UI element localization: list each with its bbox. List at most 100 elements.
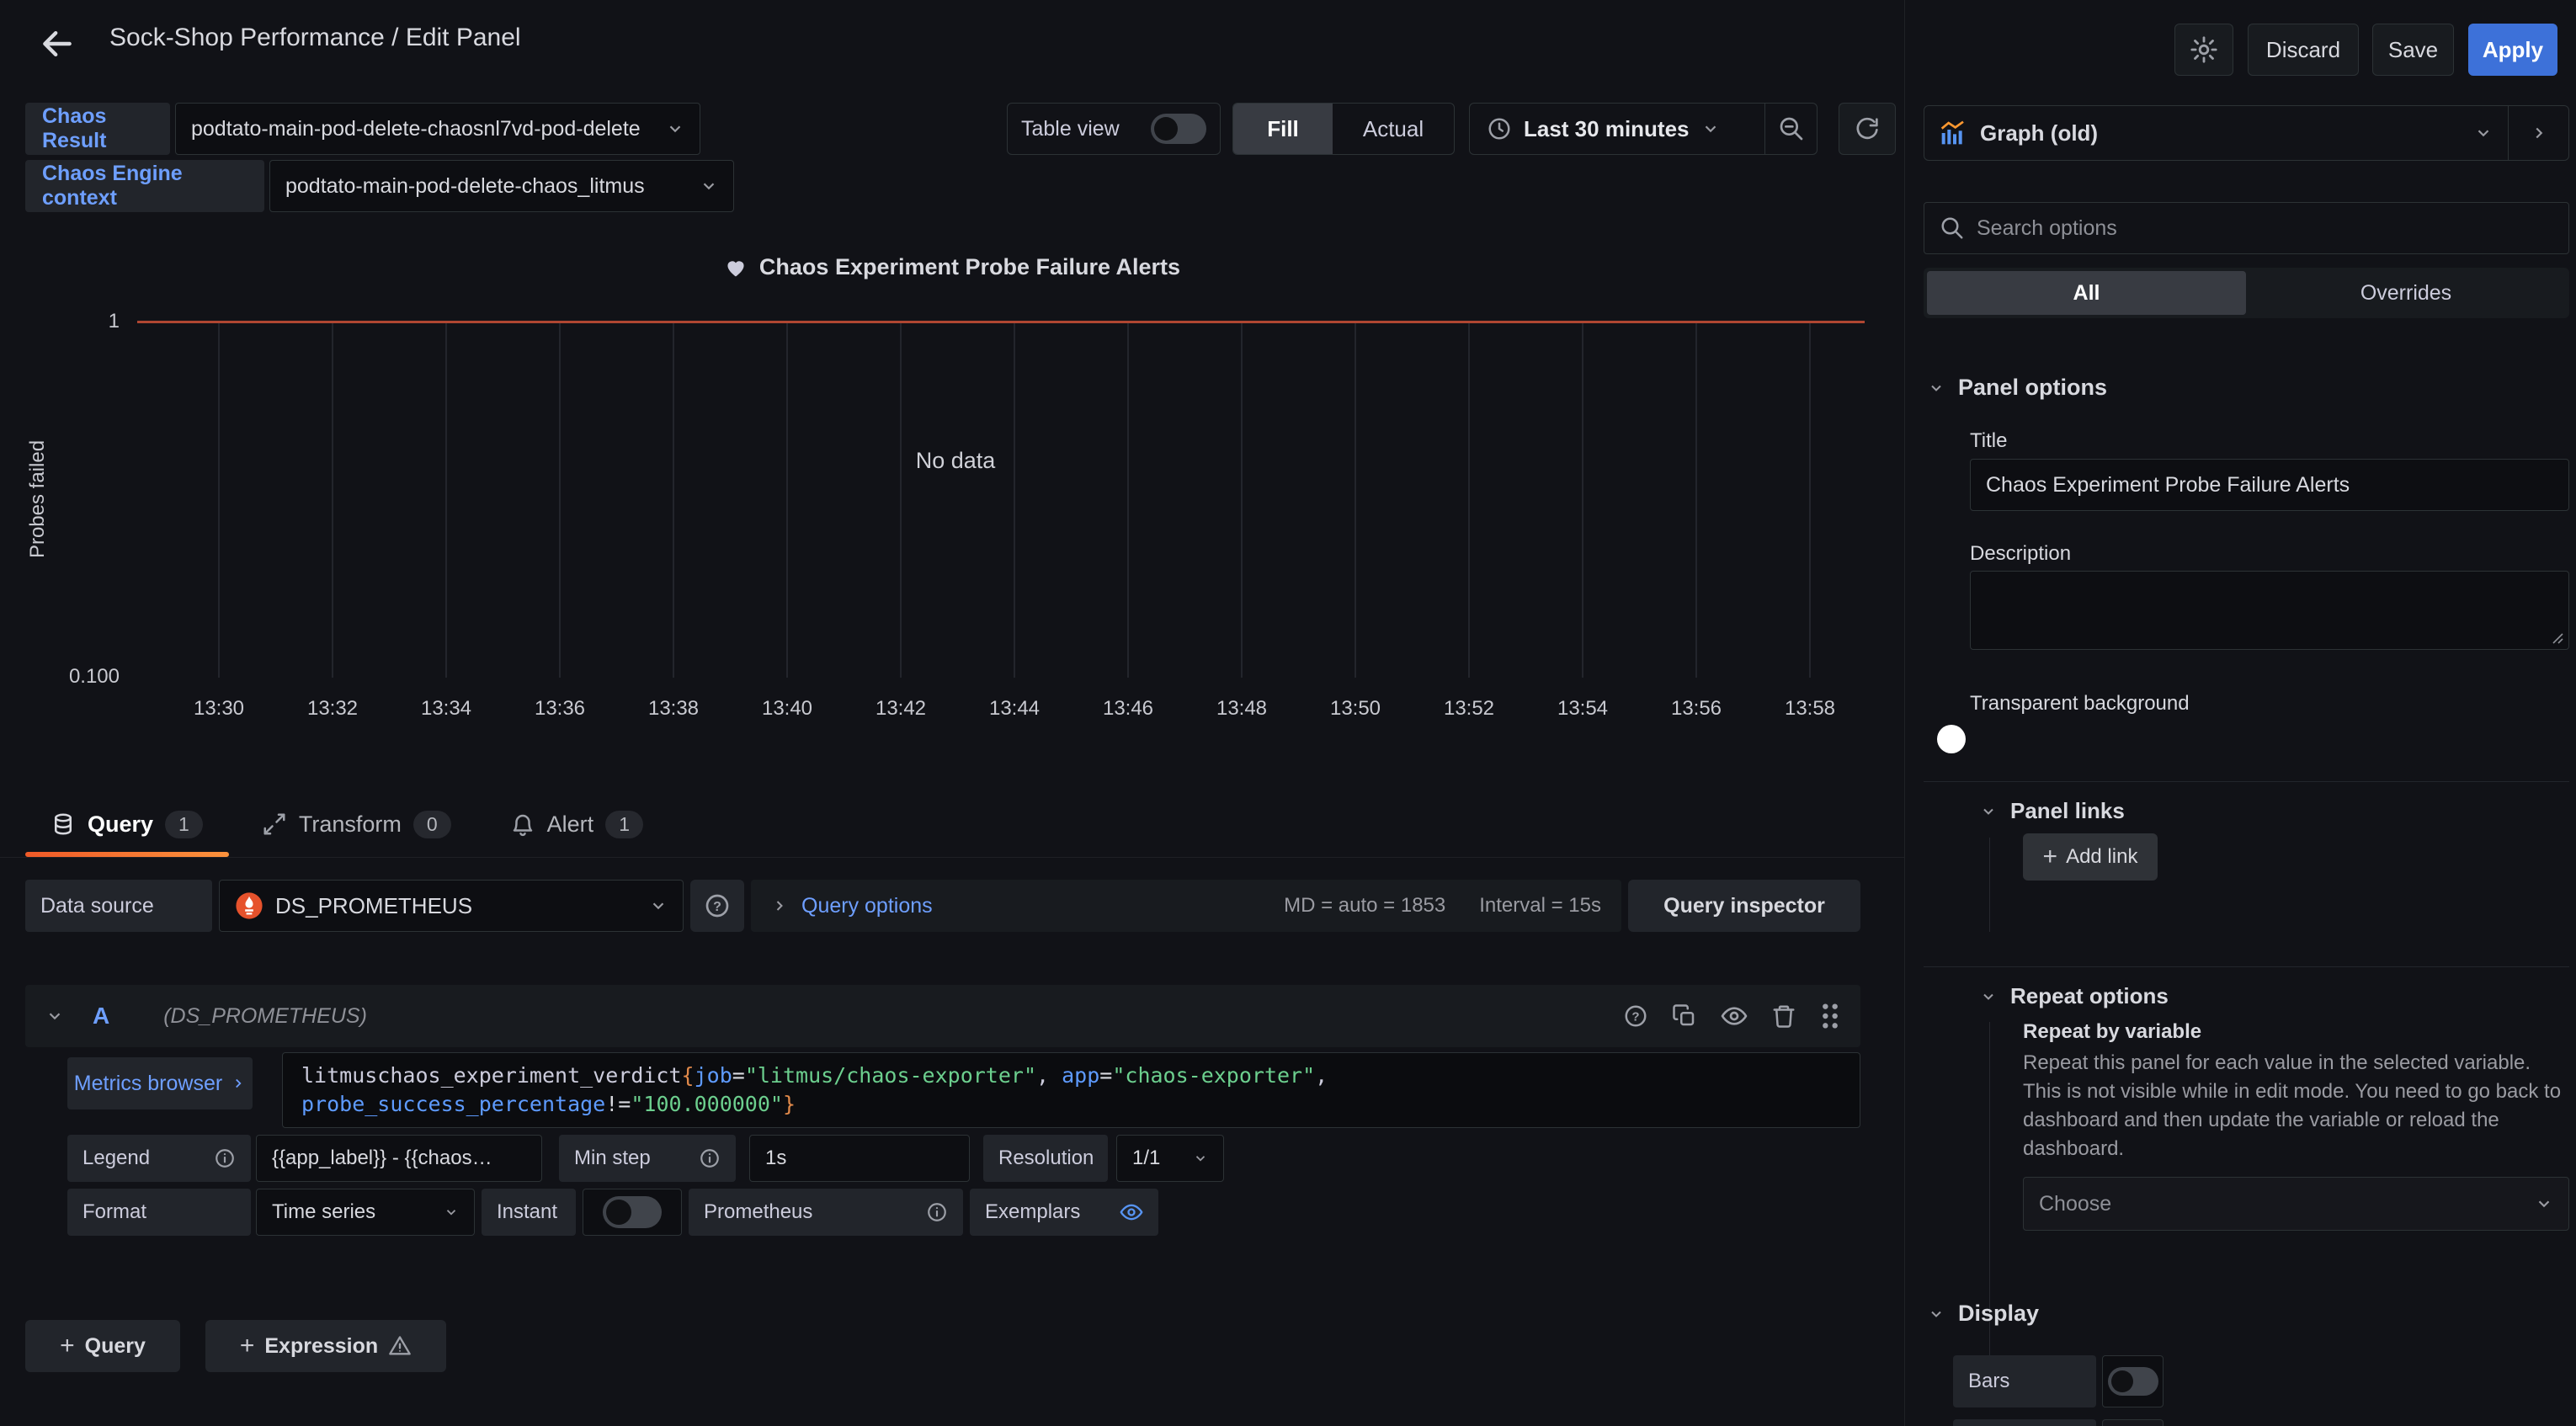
info-circle-icon <box>214 1147 236 1169</box>
variable-select-chaos-result[interactable]: podtato-main-pod-delete-chaosnl7vd-pod-d… <box>175 103 700 155</box>
promql-query-editor[interactable]: litmuschaos_experiment_verdict{job="litm… <box>282 1052 1860 1128</box>
x-tick-label: 13:34 <box>396 697 497 721</box>
actual-button[interactable]: Actual <box>1333 104 1454 154</box>
x-tick-label: 13:56 <box>1646 697 1747 721</box>
duplicate-query-button[interactable] <box>1672 1003 1697 1029</box>
add-link-label: Add link <box>2066 845 2137 869</box>
bars-label: Bars <box>1953 1355 2096 1407</box>
code-token: "litmus/chaos-exporter" <box>745 1063 1036 1088</box>
chevron-down-icon <box>444 1205 459 1220</box>
x-tick-label: 13:36 <box>509 697 610 721</box>
delete-query-button[interactable] <box>1771 1003 1796 1029</box>
options-tabs: All Overrides <box>1924 268 2569 318</box>
collapse-chevron-icon[interactable] <box>45 1007 64 1025</box>
tab-alert[interactable]: Alert 1 <box>510 811 643 838</box>
tab-transform[interactable]: Transform 0 <box>262 811 451 838</box>
table-view-label: Table view <box>1021 117 1120 141</box>
apply-button[interactable]: Apply <box>2468 24 2557 76</box>
chevron-down-icon <box>1980 988 1997 1005</box>
query-options-expander[interactable]: Query options <box>801 894 933 918</box>
search-placeholder: Search options <box>1977 216 2117 241</box>
chevron-down-icon <box>1928 380 1945 396</box>
title-field-label: Title <box>1970 429 2007 453</box>
section-panel-options[interactable]: Panel options <box>1928 375 2107 401</box>
refresh-button[interactable] <box>1839 103 1896 155</box>
bars-toggle[interactable] <box>2108 1367 2158 1396</box>
metrics-browser-button[interactable]: Metrics browser <box>67 1057 253 1109</box>
data-source-picker[interactable]: DS_PROMETHEUS <box>219 880 684 932</box>
min-step-input[interactable]: 1s <box>749 1135 970 1182</box>
section-panel-links[interactable]: Panel links <box>1980 798 2125 824</box>
panel-description-textarea[interactable] <box>1970 571 2569 650</box>
code-token: "100.000000" <box>631 1092 783 1116</box>
transparent-background-label: Transparent background <box>1970 692 2190 716</box>
query-row-a-header[interactable]: A (DS_PROMETHEUS) ? <box>25 985 1860 1047</box>
resolution-value: 1/1 <box>1132 1147 1160 1170</box>
tab-transform-count: 0 <box>413 811 451 838</box>
resize-handle-icon[interactable] <box>2550 631 2563 644</box>
add-expression-button[interactable]: + Expression <box>205 1320 446 1372</box>
x-tick-label: 13:58 <box>1759 697 1860 721</box>
tab-all[interactable]: All <box>1927 271 2246 315</box>
section-title: Display <box>1958 1301 2039 1327</box>
x-tick-label: 13:30 <box>168 697 269 721</box>
no-data-text: No data <box>871 448 1040 474</box>
variable-select-chaos-engine-context[interactable]: podtato-main-pod-delete-chaos_litmus <box>269 160 734 212</box>
gridline <box>332 322 333 678</box>
heart-icon <box>724 256 748 279</box>
metrics-browser-label: Metrics browser <box>74 1072 222 1096</box>
chevron-down-icon <box>1193 1151 1208 1166</box>
section-display[interactable]: Display <box>1928 1301 2039 1327</box>
panel-title-input[interactable]: Chaos Experiment Probe Failure Alerts <box>1970 459 2569 511</box>
bell-icon <box>510 811 535 837</box>
query-help-button[interactable]: ? <box>1623 1003 1648 1029</box>
discard-button[interactable]: Discard <box>2248 24 2359 76</box>
x-tick-label: 13:40 <box>737 697 838 721</box>
chevron-right-icon <box>2530 124 2548 142</box>
bars-toggle-box <box>2102 1355 2164 1407</box>
datasource-help-button[interactable]: ? <box>690 880 744 932</box>
exemplars-eye-icon[interactable] <box>1120 1200 1143 1224</box>
code-token: litmuschaos_experiment_verdict <box>301 1063 682 1088</box>
transform-icon <box>262 811 287 837</box>
x-tick-label: 13:46 <box>1078 697 1179 721</box>
time-range-picker[interactable]: Last 30 minutes <box>1470 104 1764 154</box>
save-button[interactable]: Save <box>2372 24 2454 76</box>
next-option-toggle-peek <box>2102 1419 2164 1426</box>
prometheus-icon <box>235 891 263 920</box>
tab-overrides[interactable]: Overrides <box>2246 271 2566 315</box>
zoom-out-button[interactable] <box>1764 104 1817 154</box>
table-view-toggle[interactable] <box>1151 114 1206 144</box>
panel-settings-button[interactable] <box>2174 24 2233 76</box>
gridline <box>673 322 674 678</box>
query-inspector-button[interactable]: Query inspector <box>1628 880 1860 932</box>
x-tick-label: 13:50 <box>1305 697 1406 721</box>
visualization-picker[interactable]: Graph (old) <box>1924 105 2509 161</box>
viz-expand-button[interactable] <box>2508 105 2569 161</box>
legend-format-input[interactable]: {{app_label}} - {{chaos… <box>256 1135 542 1182</box>
section-repeat-options[interactable]: Repeat options <box>1980 983 2169 1009</box>
drag-handle[interactable] <box>1820 1002 1840 1030</box>
add-link-button[interactable]: + Add link <box>2023 833 2158 881</box>
add-query-button[interactable]: + Query <box>25 1320 180 1372</box>
tab-query[interactable]: Query 1 <box>51 811 203 838</box>
resolution-select[interactable]: 1/1 <box>1116 1135 1224 1182</box>
chevron-right-icon <box>231 1076 246 1091</box>
chart-panel: Chaos Experiment Probe Failure Alerts 1 … <box>0 236 1904 741</box>
interval-text: Interval = 15s <box>1479 894 1601 918</box>
instant-label: Instant <box>482 1189 576 1236</box>
fill-button[interactable]: Fill <box>1233 104 1333 154</box>
query-code-line-2: probe_success_percentage!="100.000000"} <box>301 1090 1841 1119</box>
query-options-bar: Query options MD = auto = 1853 Interval … <box>751 880 1621 932</box>
chevron-down-icon <box>666 120 684 138</box>
gridline <box>786 322 788 678</box>
search-options-input[interactable]: Search options <box>1924 202 2569 254</box>
format-select[interactable]: Time series <box>256 1189 475 1236</box>
section-title: Panel options <box>1958 375 2107 401</box>
toggle-query-visibility-button[interactable] <box>1721 1003 1748 1030</box>
info-circle-icon <box>926 1201 948 1223</box>
back-button[interactable] <box>34 20 81 67</box>
x-tick-label: 13:44 <box>964 697 1065 721</box>
instant-toggle[interactable] <box>603 1196 662 1228</box>
repeat-variable-select[interactable]: Choose <box>2023 1177 2569 1231</box>
